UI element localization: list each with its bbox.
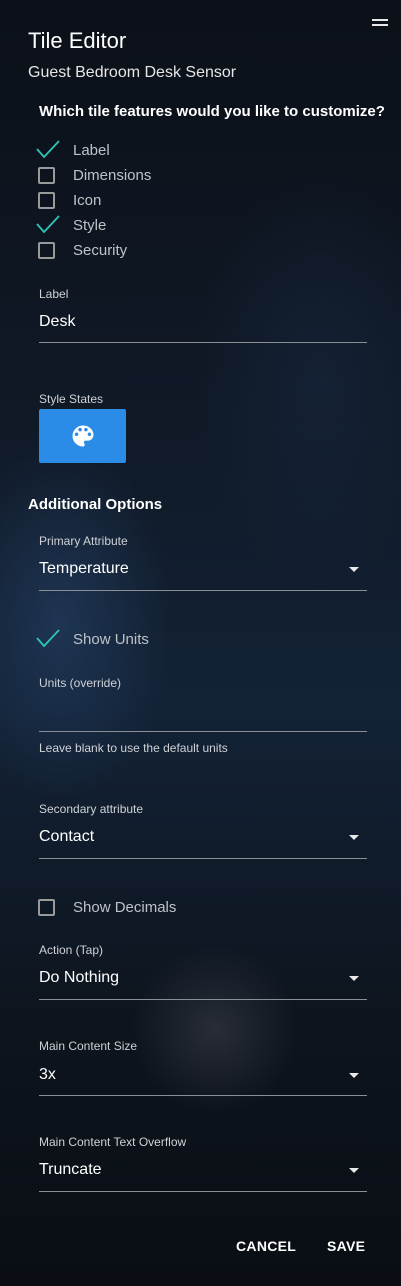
label-field-label: Label [39, 287, 69, 301]
feature-label: Style [73, 216, 107, 234]
page-title: Tile Editor [28, 28, 127, 53]
primary-attribute-underline [39, 590, 367, 591]
checkmark-icon[interactable] [36, 215, 60, 234]
features-question: Which tile features would you like to cu… [39, 103, 385, 120]
show-units-label: Show Units [73, 630, 149, 648]
checkmark-icon[interactable] [36, 629, 60, 648]
secondary-attribute-underline [39, 858, 367, 859]
checkbox-empty-icon[interactable] [38, 241, 55, 259]
text-overflow-label: Main Content Text Overflow [39, 1135, 187, 1149]
secondary-attribute-select[interactable]: Contact [39, 828, 94, 846]
feature-checkbox-security[interactable]: Security [37, 239, 127, 261]
show-decimals-checkbox[interactable]: Show Decimals [37, 896, 176, 918]
additional-options-title: Additional Options [28, 496, 163, 513]
checkmark-icon[interactable] [36, 140, 60, 159]
checkbox-empty-icon[interactable] [38, 191, 55, 209]
primary-attribute-label: Primary Attribute [39, 534, 128, 548]
main-content-size-select[interactable]: 3x [39, 1066, 56, 1084]
secondary-attribute-label: Secondary attribute [39, 802, 144, 816]
show-decimals-label: Show Decimals [73, 898, 177, 916]
style-states-button[interactable] [39, 409, 126, 463]
checkbox-empty-icon[interactable] [38, 898, 55, 916]
dropdown-caret-icon[interactable] [349, 976, 359, 981]
label-input[interactable]: Desk [39, 313, 75, 331]
text-overflow-select[interactable]: Truncate [39, 1161, 102, 1179]
palette-icon [72, 425, 93, 447]
action-tap-underline [39, 999, 367, 1000]
dropdown-caret-icon[interactable] [349, 1073, 359, 1078]
dropdown-caret-icon[interactable] [349, 835, 359, 840]
feature-label: Dimensions [73, 166, 152, 184]
checkbox-empty-icon[interactable] [38, 166, 55, 184]
main-content-size-label: Main Content Size [39, 1039, 138, 1053]
units-override-underline [39, 731, 367, 732]
main-content-size-underline [39, 1095, 367, 1096]
style-states-label: Style States [39, 392, 104, 406]
save-button[interactable]: SAVE [327, 1238, 365, 1254]
hamburger-menu-icon[interactable] [372, 19, 388, 27]
action-tap-label: Action (Tap) [39, 943, 104, 957]
cancel-button[interactable]: CANCEL [236, 1238, 296, 1254]
units-override-label: Units (override) [39, 676, 122, 690]
feature-checkbox-label[interactable]: Label [36, 139, 110, 161]
page-subtitle: Guest Bedroom Desk Sensor [28, 64, 237, 81]
primary-attribute-select[interactable]: Temperature [39, 560, 129, 578]
feature-label: Security [73, 241, 128, 259]
label-input-underline [39, 342, 367, 343]
text-overflow-underline [39, 1191, 367, 1192]
feature-label: Label [73, 141, 110, 159]
feature-label: Icon [73, 191, 102, 209]
show-units-checkbox[interactable]: Show Units [36, 628, 149, 650]
dropdown-caret-icon[interactable] [349, 1168, 359, 1173]
feature-checkbox-icon[interactable]: Icon [37, 189, 101, 211]
feature-checkbox-style[interactable]: Style [36, 214, 107, 236]
units-helper-text: Leave blank to use the default units [39, 741, 228, 755]
action-tap-select[interactable]: Do Nothing [39, 969, 119, 987]
feature-checkbox-dimensions[interactable]: Dimensions [37, 164, 151, 186]
dropdown-caret-icon[interactable] [349, 567, 359, 572]
